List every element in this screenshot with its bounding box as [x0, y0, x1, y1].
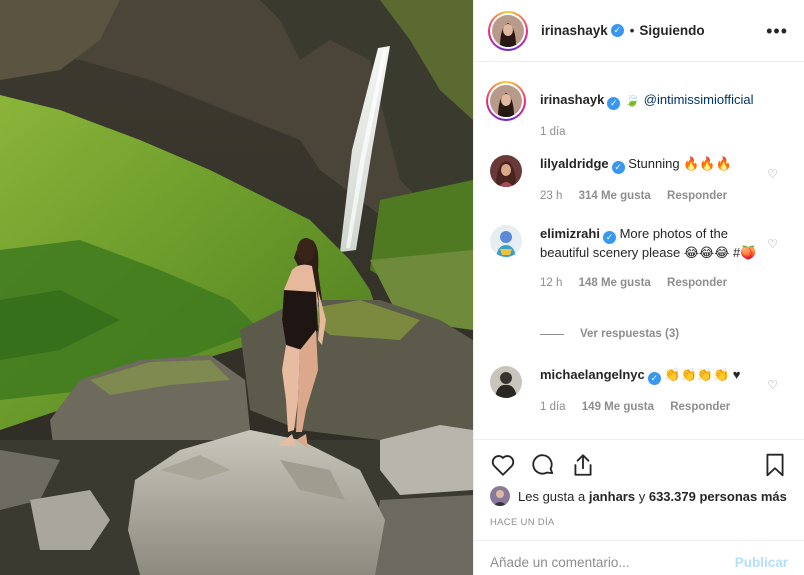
comment-time[interactable]: 23 h [540, 190, 562, 202]
reply-button[interactable]: Responder [670, 401, 730, 413]
author-username[interactable]: irinashayk [541, 23, 608, 38]
post-header: irinashayk ✓ • Siguiendo ••• [474, 0, 804, 62]
post-timestamp[interactable]: HACE UN DÍA [490, 517, 555, 528]
commenter-avatar[interactable] [490, 155, 522, 187]
liker-username[interactable]: janhars [589, 489, 635, 504]
comment-text: Stunning 🔥🔥🔥 [628, 156, 732, 171]
comment-item: lilyaldridge ✓ Stunning 🔥🔥🔥 23 h 314 Me g… [490, 155, 788, 205]
verified-badge-icon: ✓ [647, 372, 661, 385]
likes-connector: y [638, 488, 646, 504]
add-comment-bar: Publicar [474, 540, 804, 575]
caption-author[interactable]: irinashayk [540, 92, 604, 107]
view-replies-label: Ver respuestas (3) [580, 328, 680, 340]
comment-icon[interactable] [530, 452, 556, 478]
comment-text: 👏👏👏👏 ♥ [664, 367, 741, 382]
more-options-icon[interactable]: ••• [766, 22, 788, 40]
view-replies-button[interactable]: Ver respuestas (3) [540, 328, 679, 340]
comments-list[interactable]: irinashayk ✓ 🍃 @intimissimiofficial 1 día… [474, 63, 804, 439]
post-actions-bar [474, 439, 804, 490]
post-sidebar: irinashayk ✓ • Siguiendo ••• irinashayk … [473, 0, 804, 575]
verified-badge-icon: ✓ [610, 24, 624, 37]
comment-like-heart-icon[interactable]: ♡ [767, 378, 778, 392]
comment-author[interactable]: lilyaldridge [540, 156, 609, 171]
like-heart-icon[interactable] [490, 452, 516, 478]
caption-time[interactable]: 1 día [540, 126, 566, 138]
author-avatar [492, 14, 524, 47]
comment-like-heart-icon[interactable]: ♡ [767, 167, 778, 181]
comment-likes[interactable]: 314 Me gusta [579, 190, 651, 202]
post-image-waterfall [0, 0, 473, 575]
verified-badge-icon: ✓ [602, 231, 616, 244]
comment-input[interactable] [490, 554, 735, 570]
comment-like-heart-icon[interactable]: ♡ [767, 237, 778, 251]
caption-avatar [490, 85, 522, 117]
caption-avatar-ring[interactable] [486, 81, 526, 121]
comment-author[interactable]: michaelangelnyc [540, 367, 645, 382]
separator-dot: • [629, 23, 635, 38]
comment-likes[interactable]: 148 Me gusta [579, 277, 651, 289]
comment-time[interactable]: 12 h [540, 277, 562, 289]
caption-row: irinashayk ✓ 🍃 @intimissimiofficial 1 día [486, 81, 788, 141]
commenter-avatar[interactable] [490, 366, 522, 398]
caption-emoji: 🍃 [623, 92, 641, 107]
share-icon[interactable] [570, 452, 596, 478]
comment-likes[interactable]: 149 Me gusta [582, 401, 654, 413]
commenter-avatar[interactable] [490, 225, 522, 257]
follow-status-button[interactable]: Siguiendo [639, 23, 704, 38]
likes-prefix: Les gusta a [518, 488, 586, 504]
replies-divider-line [540, 333, 564, 335]
likes-summary: Les gusta a janhars y 633.379 personas m… [490, 486, 796, 506]
reply-button[interactable]: Responder [667, 190, 727, 202]
likes-count[interactable]: 633.379 personas más [649, 489, 787, 504]
author-avatar-ring[interactable] [488, 10, 528, 51]
comment-time[interactable]: 1 día [540, 401, 566, 413]
liker-avatar[interactable] [490, 486, 510, 506]
comment-item: michaelangelnyc ✓ 👏👏👏👏 ♥ 1 día 149 Me gus… [490, 366, 788, 416]
verified-badge-icon: ✓ [611, 161, 625, 174]
verified-badge-icon: ✓ [607, 97, 621, 110]
publish-button[interactable]: Publicar [735, 555, 788, 570]
reply-button[interactable]: Responder [667, 277, 727, 289]
comment-item: elimizrahi ✓ More photos of the beautiful… [490, 225, 788, 292]
caption-mention-link[interactable]: @intimissimiofficial [644, 92, 754, 107]
comment-author[interactable]: elimizrahi [540, 226, 600, 241]
bookmark-icon[interactable] [762, 452, 788, 478]
post-photo[interactable] [0, 0, 473, 575]
